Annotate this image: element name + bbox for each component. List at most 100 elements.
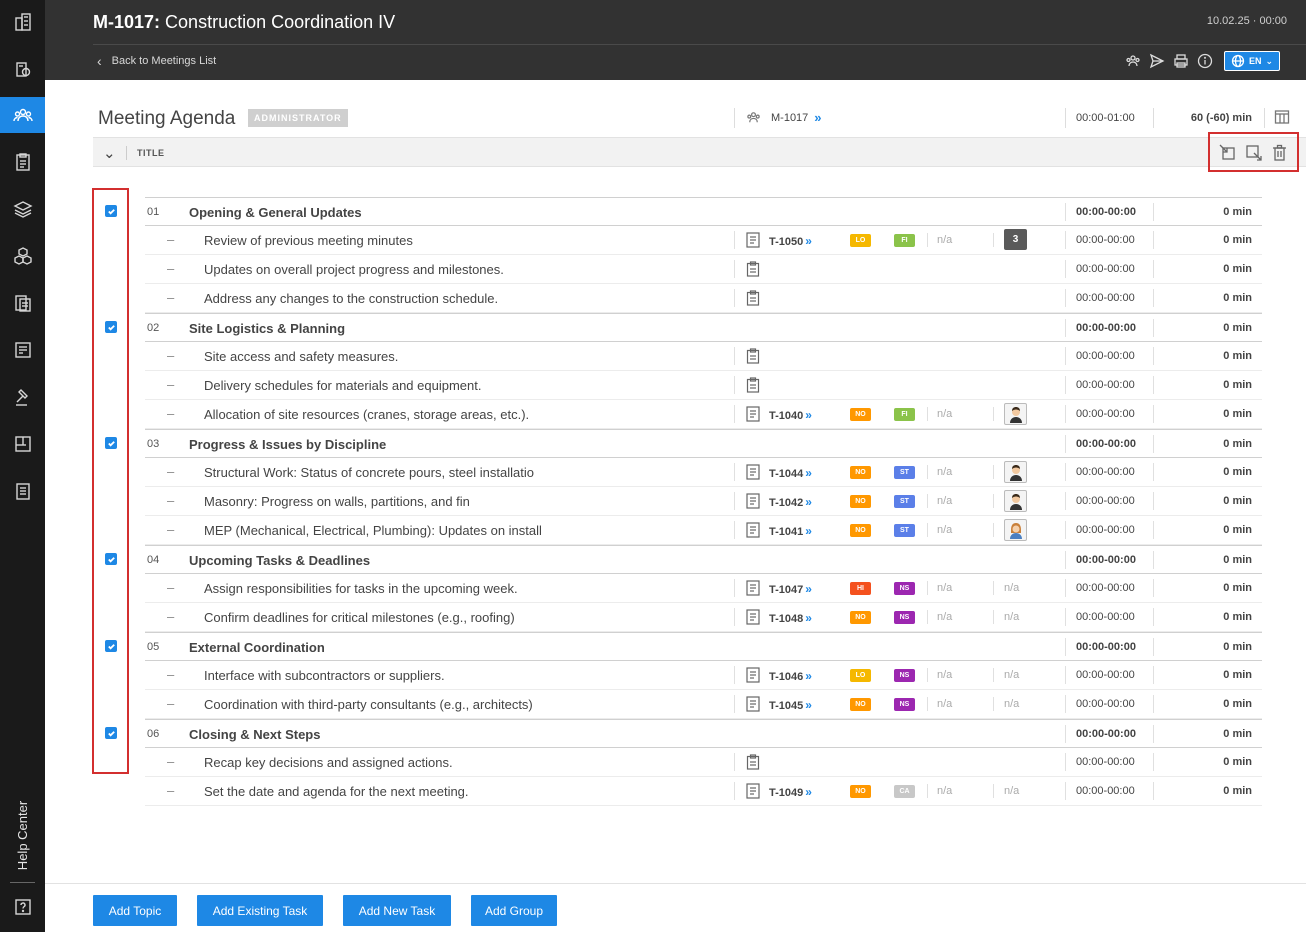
back-to-meetings-link[interactable]: ‹ Back to Meetings List xyxy=(97,53,216,69)
add-new-task-button[interactable]: Add New Task xyxy=(343,895,451,926)
item-title[interactable]: Address any changes to the construction … xyxy=(204,291,498,306)
task-link[interactable]: T-1041» xyxy=(769,524,812,538)
add-task-icon[interactable] xyxy=(746,290,760,306)
item-title[interactable]: Recap key decisions and assigned actions… xyxy=(204,755,453,770)
item-title[interactable]: Review of previous meeting minutes xyxy=(204,233,413,248)
assignee-avatar[interactable] xyxy=(1004,461,1027,483)
nav-notes-icon[interactable] xyxy=(0,473,45,509)
item-title[interactable]: Set the date and agenda for the next mee… xyxy=(204,784,469,799)
help-book-icon[interactable] xyxy=(0,892,45,922)
add-task-icon[interactable] xyxy=(746,377,760,393)
item-title[interactable]: Coordination with third-party consultant… xyxy=(204,697,533,712)
task-document-icon[interactable] xyxy=(746,232,760,248)
agenda-item-row[interactable]: – Set the date and agenda for the next me… xyxy=(145,777,1262,806)
assignee-avatar[interactable] xyxy=(1004,403,1027,425)
agenda-item-row[interactable]: – Coordination with third-party consultan… xyxy=(145,690,1262,719)
task-link[interactable]: T-1049» xyxy=(769,785,812,799)
send-icon[interactable] xyxy=(1148,52,1166,70)
topic-row[interactable]: 03 Progress & Issues by Discipline 00:00-0… xyxy=(145,429,1262,458)
item-title[interactable]: Confirm deadlines for critical milestone… xyxy=(204,610,515,625)
participants-icon[interactable] xyxy=(1124,52,1142,70)
item-title[interactable]: Site access and safety measures. xyxy=(204,349,398,364)
agenda-item-row[interactable]: – Confirm deadlines for critical mileston… xyxy=(145,603,1262,632)
topic-row[interactable]: 05 External Coordination 00:00-00:00 0 min xyxy=(145,632,1262,661)
column-settings-icon[interactable] xyxy=(1274,109,1290,125)
topic-checkbox[interactable] xyxy=(105,727,117,739)
item-title[interactable]: Masonry: Progress on walls, partitions, … xyxy=(204,494,470,509)
topic-title[interactable]: Upcoming Tasks & Deadlines xyxy=(189,553,370,568)
nav-clipboard-icon[interactable] xyxy=(0,144,45,180)
add-task-icon[interactable] xyxy=(746,261,760,277)
agenda-item-row[interactable]: – Updates on overall project progress and… xyxy=(145,255,1262,284)
agenda-item-row[interactable]: – Review of previous meeting minutes T-105… xyxy=(145,226,1262,255)
agenda-item-row[interactable]: – Allocation of site resources (cranes, s… xyxy=(145,400,1262,429)
item-title[interactable]: Allocation of site resources (cranes, st… xyxy=(204,407,529,422)
task-link[interactable]: T-1050» xyxy=(769,234,812,248)
topic-title[interactable]: Site Logistics & Planning xyxy=(189,321,345,336)
nav-cubes-icon[interactable] xyxy=(0,238,45,274)
nav-building-settings-icon[interactable] xyxy=(0,51,45,87)
topic-row[interactable]: 04 Upcoming Tasks & Deadlines 00:00-00:00 0… xyxy=(145,545,1262,574)
task-link[interactable]: T-1047» xyxy=(769,582,812,596)
agenda-item-row[interactable]: – Address any changes to the construction… xyxy=(145,284,1262,313)
nav-floorplan-icon[interactable] xyxy=(0,426,45,462)
agenda-item-row[interactable]: – Recap key decisions and assigned action… xyxy=(145,748,1262,777)
delete-trash-icon[interactable] xyxy=(1271,144,1288,161)
nav-layers-icon[interactable] xyxy=(0,191,45,227)
agenda-item-row[interactable]: – Masonry: Progress on walls, partitions,… xyxy=(145,487,1262,516)
collapse-all-chevron-icon[interactable]: ⌄ xyxy=(103,144,116,162)
nav-gavel-icon[interactable] xyxy=(0,379,45,415)
nav-meetings-icon[interactable] xyxy=(0,97,45,133)
meeting-reference[interactable]: M-1017 » xyxy=(746,110,822,125)
topic-title[interactable]: Opening & General Updates xyxy=(189,205,362,220)
item-title[interactable]: MEP (Mechanical, Electrical, Plumbing): … xyxy=(204,523,542,538)
add-task-icon[interactable] xyxy=(746,348,760,364)
agenda-item-row[interactable]: – Delivery schedules for materials and eq… xyxy=(145,371,1262,400)
task-link[interactable]: T-1042» xyxy=(769,495,812,509)
task-document-icon[interactable] xyxy=(746,783,760,799)
task-document-icon[interactable] xyxy=(746,609,760,625)
info-icon[interactable] xyxy=(1196,52,1214,70)
language-selector[interactable]: EN ⌄ xyxy=(1224,51,1280,71)
topic-row[interactable]: 02 Site Logistics & Planning 00:00-00:00 0 … xyxy=(145,313,1262,342)
task-link[interactable]: T-1044» xyxy=(769,466,812,480)
task-link[interactable]: T-1040» xyxy=(769,408,812,422)
nav-reports-icon[interactable] xyxy=(0,332,45,368)
topic-checkbox[interactable] xyxy=(105,205,117,217)
agenda-item-row[interactable]: – MEP (Mechanical, Electrical, Plumbing):… xyxy=(145,516,1262,545)
add-existing-task-button[interactable]: Add Existing Task xyxy=(197,895,323,926)
task-document-icon[interactable] xyxy=(746,580,760,596)
agenda-item-row[interactable]: – Assign responsibilities for tasks in th… xyxy=(145,574,1262,603)
add-group-button[interactable]: Add Group xyxy=(471,895,557,926)
help-center-link[interactable]: Help Center xyxy=(0,790,45,880)
topic-title[interactable]: Progress & Issues by Discipline xyxy=(189,437,386,452)
topic-checkbox[interactable] xyxy=(105,553,117,565)
item-title[interactable]: Updates on overall project progress and … xyxy=(204,262,504,277)
task-link[interactable]: T-1046» xyxy=(769,669,812,683)
task-document-icon[interactable] xyxy=(746,493,760,509)
task-document-icon[interactable] xyxy=(746,667,760,683)
task-document-icon[interactable] xyxy=(746,522,760,538)
topic-row[interactable]: 06 Closing & Next Steps 00:00-00:00 0 min xyxy=(145,719,1262,748)
task-document-icon[interactable] xyxy=(746,464,760,480)
add-topic-button[interactable]: Add Topic xyxy=(93,895,177,926)
move-out-icon[interactable] xyxy=(1245,144,1262,161)
topic-checkbox[interactable] xyxy=(105,437,117,449)
move-in-icon[interactable] xyxy=(1219,144,1236,161)
task-document-icon[interactable] xyxy=(746,696,760,712)
agenda-item-row[interactable]: – Interface with subcontractors or suppli… xyxy=(145,661,1262,690)
task-link[interactable]: T-1048» xyxy=(769,611,812,625)
comment-count-badge[interactable]: 3 xyxy=(1004,229,1027,250)
agenda-item-row[interactable]: – Site access and safety measures. 00:00-0… xyxy=(145,342,1262,371)
task-link[interactable]: T-1045» xyxy=(769,698,812,712)
item-title[interactable]: Delivery schedules for materials and equ… xyxy=(204,378,481,393)
topic-checkbox[interactable] xyxy=(105,321,117,333)
task-document-icon[interactable] xyxy=(746,406,760,422)
topic-title[interactable]: External Coordination xyxy=(189,640,325,655)
nav-buildings-icon[interactable] xyxy=(0,4,45,40)
topic-checkbox[interactable] xyxy=(105,640,117,652)
assignee-avatar[interactable] xyxy=(1004,519,1027,541)
agenda-item-row[interactable]: – Structural Work: Status of concrete pou… xyxy=(145,458,1262,487)
add-task-icon[interactable] xyxy=(746,754,760,770)
item-title[interactable]: Interface with subcontractors or supplie… xyxy=(204,668,445,683)
